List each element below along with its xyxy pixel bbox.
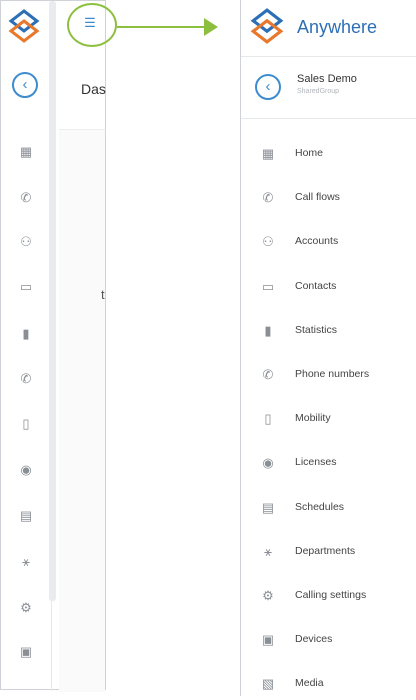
collapsed-sidebar: ‹ ▦ ✆ ⚇ ▭ ▮ ✆ ▯ ◉ ▤ ⚹ ⚙ ▣ [1, 1, 52, 691]
nav-item-departments[interactable]: ⚹ Departments [241, 538, 416, 568]
statistics-icon: ▮ [264, 323, 272, 338]
nav-item-label: Mobility [295, 412, 331, 424]
logo-icon [8, 9, 40, 43]
accounts-icon[interactable]: ⚇ [18, 234, 34, 250]
home-icon[interactable]: ▦ [18, 144, 34, 160]
nav-item-label: Accounts [295, 235, 339, 247]
nav-item-mobility[interactable]: ▯ Mobility [241, 405, 416, 435]
org-subtitle: SharedGroup [297, 88, 340, 95]
nav-item-label: Phone numbers [295, 368, 370, 380]
devices-icon[interactable]: ▣ [18, 644, 34, 660]
call-flows-icon: ✆ [262, 190, 274, 205]
nav-item-label: Departments [295, 545, 356, 557]
highlight-circle [67, 3, 117, 47]
contacts-icon: ▭ [261, 279, 275, 294]
calling-settings-icon[interactable]: ⚙ [18, 600, 34, 616]
departments-icon[interactable]: ⚹ [18, 554, 34, 570]
org-name: Sales Demo [297, 73, 357, 85]
schedules-icon[interactable]: ▤ [18, 508, 34, 524]
nav-item-label: Contacts [295, 280, 337, 292]
divider [241, 118, 416, 119]
back-button[interactable]: ‹ [12, 72, 38, 98]
accounts-icon: ⚇ [262, 234, 274, 249]
phone-numbers-icon: ✆ [262, 367, 274, 382]
licenses-icon[interactable]: ◉ [18, 462, 34, 478]
call-flows-icon[interactable]: ✆ [18, 190, 34, 206]
nav-item-phone-numbers[interactable]: ✆ Phone numbers [241, 361, 416, 391]
back-button[interactable]: ‹ [255, 74, 281, 100]
nav-item-label: Media [295, 677, 324, 689]
nav-item-licenses[interactable]: ◉ Licenses [241, 449, 416, 479]
nav-item-statistics[interactable]: ▮ Statistics [241, 317, 416, 347]
nav-item-label: Calling settings [295, 589, 367, 601]
callout-arrow-line [117, 26, 215, 28]
nav-item-devices[interactable]: ▣ Devices [241, 626, 416, 656]
nav-item-label: Licenses [295, 456, 337, 468]
nav-item-calling-settings[interactable]: ⚙ Calling settings [241, 582, 416, 612]
nav-item-schedules[interactable]: ▤ Schedules [241, 494, 416, 524]
statistics-icon[interactable]: ▮ [18, 326, 34, 342]
schedules-icon: ▤ [261, 500, 275, 515]
nav-item-home[interactable]: ▦ Home [241, 140, 416, 170]
phone-numbers-icon[interactable]: ✆ [18, 371, 34, 387]
nav-item-label: Statistics [295, 324, 338, 336]
nav-item-label: Schedules [295, 501, 345, 513]
nav-item-label: Devices [295, 633, 333, 645]
collapsed-app-window: ‹ ▦ ✆ ⚇ ▭ ▮ ✆ ▯ ◉ ▤ ⚹ ⚙ ▣ Das t [0, 0, 106, 692]
expanded-sidebar: Anywhere ‹ Sales Demo SharedGroup ▦ Home… [240, 0, 416, 696]
nav-item-label: Call flows [295, 191, 340, 203]
divider [241, 56, 416, 57]
sidebar-scrollbar[interactable] [49, 1, 56, 601]
brand-name: Anywhere [297, 17, 378, 37]
calling-settings-icon: ⚙ [262, 588, 274, 603]
nav-item-call-flows[interactable]: ✆ Call flows [241, 184, 416, 214]
home-icon: ▦ [261, 146, 275, 161]
mobility-icon[interactable]: ▯ [18, 416, 34, 432]
licenses-icon: ◉ [262, 455, 274, 470]
mobility-icon: ▯ [264, 411, 272, 426]
nav-item-label: Home [295, 147, 324, 159]
logo-icon [250, 8, 284, 44]
main-content-area [59, 129, 105, 692]
contacts-icon[interactable]: ▭ [18, 279, 34, 295]
callout-arrow-head [204, 18, 218, 36]
nav-item-accounts[interactable]: ⚇ Accounts [241, 228, 416, 258]
page-title-partial: Das [81, 81, 106, 97]
nav-item-contacts[interactable]: ▭ Contacts [241, 273, 416, 303]
departments-icon: ⚹ [264, 544, 272, 559]
media-icon: ▧ [261, 676, 275, 691]
content-text-partial: t [101, 287, 105, 302]
devices-icon: ▣ [261, 632, 275, 647]
